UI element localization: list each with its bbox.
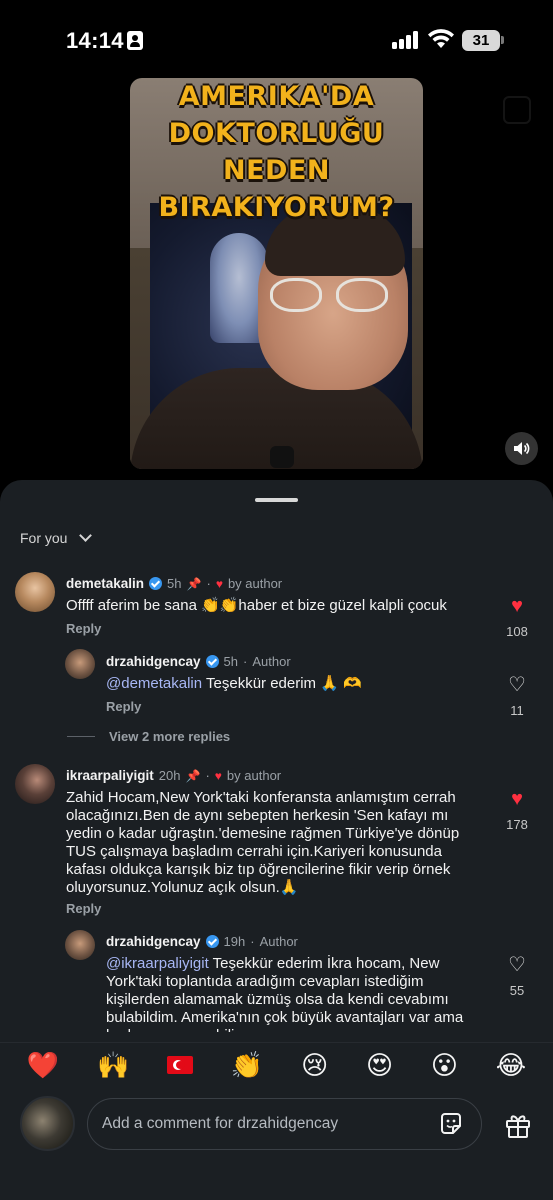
view-more-replies-button[interactable]: View 2 more replies [67,729,230,744]
author-liked-heart-icon: ♥ [215,576,223,591]
comment-time: 19h [223,934,246,949]
speaker-icon [514,442,530,455]
chevron-down-icon [79,529,93,542]
comment-text: Offff aferim be sana 👏👏haber et bize güz… [66,597,447,614]
cellular-signal-icon [392,31,420,49]
like-count: 178 [506,817,528,832]
comment-meta: drzahidgencay 5h · Author [106,654,291,669]
video-title-line: AMERIKA'DA [178,81,375,112]
avatar[interactable] [15,764,55,804]
comment-composer[interactable] [87,1098,482,1150]
verified-badge-icon [205,655,219,668]
sticker-icon[interactable] [438,1111,464,1137]
drag-handle[interactable] [255,498,298,502]
username[interactable]: demetakalin [66,576,144,591]
sound-toggle-button[interactable] [505,432,538,465]
comment-meta: drzahidgencay 19h · Author [106,934,298,949]
like-button[interactable]: ♥ 108 [497,596,537,639]
avatar[interactable] [65,649,95,679]
like-button[interactable]: ♡ 55 [497,955,537,998]
heart-filled-icon: ♥ [511,595,523,617]
gift-icon[interactable] [503,1110,533,1140]
camera-icon[interactable] [503,96,531,124]
video-title-line: NEDEN [223,155,330,186]
avatar[interactable] [65,930,95,960]
comment-meta: demetakalin 5h 📌 · ♥ by author [66,576,283,591]
battery-level: 31 [462,30,500,51]
comment-meta: ikraarpaliyigit 20h 📌 · ♥ by author [66,768,282,783]
video-title-line: BIRAKIYORUM? [158,192,395,223]
comment-time: 20h [158,768,181,783]
author-label: Author [259,934,298,949]
emoji-surprised[interactable]: 😮 [431,1050,458,1080]
pin-icon: 📌 [185,768,201,783]
emoji-heart[interactable]: ❤️ [27,1050,59,1080]
like-button[interactable]: ♥ 178 [497,789,537,832]
comments-list[interactable]: demetakalin 5h 📌 · ♥ by author Offff afe… [0,570,553,1032]
mention-link[interactable]: @demetakalin [106,675,202,692]
status-bar: 14:14 31 [0,0,553,80]
username[interactable]: drzahidgencay [106,654,201,669]
heart-outline-icon: ♡ [508,954,526,976]
reply-button[interactable]: Reply [66,901,101,916]
comment-filter-dropdown[interactable]: For you [20,529,93,546]
comment-text: @demetakalin Teşekkür ederim 🙏 🫶 [106,675,486,693]
like-count: 11 [510,703,524,718]
pin-icon: 📌 [186,576,202,591]
video-preview[interactable]: AMERIKA'DA DOKTORLUĞU NEDEN BIRAKIYORUM? [130,78,423,469]
emoji-crying[interactable]: 😢 [301,1050,328,1080]
like-button[interactable]: ♡ 11 [497,675,537,718]
lapel-mic [270,446,294,468]
view-more-label: View 2 more replies [109,729,231,744]
current-user-avatar [20,1096,75,1151]
like-count: 55 [509,983,525,998]
comment-body: Teşekkür ederim 🙏 🫶 [202,675,362,692]
battery-tip [501,36,504,44]
contact-card-icon [127,31,143,50]
clock: 14:14 [66,28,124,53]
quick-emoji-bar: ❤️ 🙌 👏 😢 😍 😮 😂 [0,1042,553,1084]
emoji-turkey-flag-icon[interactable] [167,1055,194,1074]
comment-input[interactable] [102,1099,422,1149]
mention-link[interactable]: @ikraarpaliyigit [106,955,209,972]
filter-label: For you [20,530,68,546]
comment-text: @ikraarpaliyigit Teşekkür ederim İkra ho… [106,955,476,1032]
heart-outline-icon: ♡ [508,674,526,696]
wifi-icon [428,29,454,48]
liked-by-author-label: by author [227,576,283,591]
comment-time: 5h [223,654,238,669]
video-title-overlay: AMERIKA'DA DOKTORLUĞU NEDEN BIRAKIYORUM? [130,78,423,226]
author-liked-heart-icon: ♥ [214,768,222,783]
emoji-laughing[interactable]: 😂 [496,1050,526,1080]
emoji-raised-hands[interactable]: 🙌 [97,1050,129,1080]
verified-badge-icon [149,577,163,590]
comment-time: 5h [167,576,182,591]
like-count: 108 [506,624,528,639]
reply-button[interactable]: Reply [66,621,101,636]
video-title-line: DOKTORLUĞU [168,118,385,149]
author-label: Author [252,654,291,669]
username[interactable]: drzahidgencay [106,934,201,949]
reply-button[interactable]: Reply [106,699,141,714]
back-icon[interactable] [40,96,56,120]
verified-badge-icon [205,935,219,948]
comment-text: Zahid Hocam,New York'taki konferansta an… [66,789,460,896]
heart-filled-icon: ♥ [511,788,523,810]
emoji-clapping[interactable]: 👏 [231,1050,263,1080]
comments-sheet: For you demetakalin 5h 📌 · ♥ by author O… [0,480,553,1200]
avatar[interactable] [15,572,55,612]
liked-by-author-label: by author [226,768,282,783]
emoji-heart-eyes[interactable]: 😍 [366,1050,393,1080]
username[interactable]: ikraarpaliyigit [66,768,154,783]
glasses [270,278,400,314]
